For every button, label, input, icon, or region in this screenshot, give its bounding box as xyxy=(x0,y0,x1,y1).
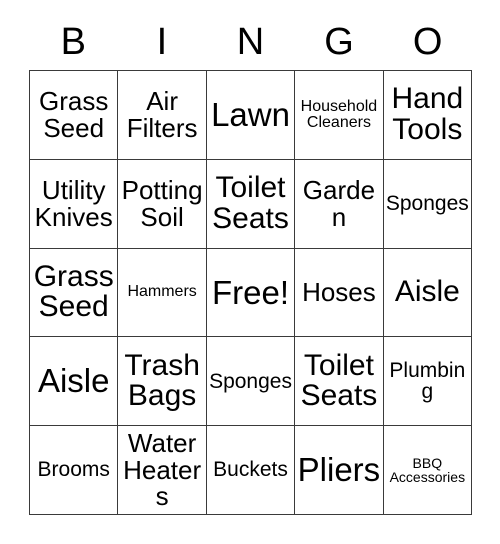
bingo-cell-i3[interactable]: Hammers xyxy=(118,248,207,338)
bingo-cell-b4[interactable]: Aisle xyxy=(30,337,119,427)
bingo-cell-n4[interactable]: Sponges xyxy=(206,337,296,427)
bingo-cell-g3[interactable]: Hoses xyxy=(295,248,384,338)
bingo-cell-n5[interactable]: Buckets xyxy=(206,426,296,515)
bingo-cell-o2[interactable]: Sponges xyxy=(383,159,473,249)
bingo-cell-i4[interactable]: Trash Bags xyxy=(118,337,207,427)
bingo-header: B I N G O xyxy=(29,14,472,70)
bingo-cell-b2[interactable]: Utility Knives xyxy=(30,159,119,249)
bingo-card: B I N G O Grass Seed Air Filters Lawn Ho… xyxy=(29,14,473,515)
bingo-cell-n1[interactable]: Lawn xyxy=(206,71,296,160)
bingo-cell-i1[interactable]: Air Filters xyxy=(118,71,207,160)
bingo-header-letter-g: G xyxy=(324,21,354,63)
bingo-row: Grass Seed Air Filters Lawn Household Cl… xyxy=(30,71,473,160)
bingo-header-letter-n: N xyxy=(236,21,265,63)
bingo-header-letter-b: B xyxy=(60,21,86,63)
bingo-cell-o3[interactable]: Aisle xyxy=(383,248,473,338)
bingo-header-letter-o: O xyxy=(412,21,443,63)
bingo-cell-g2[interactable]: Garden xyxy=(295,159,384,249)
bingo-cell-i5[interactable]: Water Heaters xyxy=(118,426,207,515)
bingo-row: Utility Knives Potting Soil Toilet Seats… xyxy=(30,159,473,249)
bingo-cell-free-space[interactable]: Free! xyxy=(206,248,296,338)
bingo-row: Brooms Water Heaters Buckets Pliers BBQ … xyxy=(30,426,473,515)
bingo-row: Grass Seed Hammers Free! Hoses Aisle xyxy=(30,248,473,338)
bingo-cell-g5[interactable]: Pliers xyxy=(295,426,384,515)
bingo-cell-g1[interactable]: Household Cleaners xyxy=(295,71,384,160)
bingo-cell-b3[interactable]: Grass Seed xyxy=(30,248,119,338)
bingo-cell-b1[interactable]: Grass Seed xyxy=(30,71,119,160)
bingo-cell-g4[interactable]: Toilet Seats xyxy=(295,337,384,427)
bingo-cell-n2[interactable]: Toilet Seats xyxy=(206,159,296,249)
bingo-grid: Grass Seed Air Filters Lawn Household Cl… xyxy=(29,70,473,515)
bingo-cell-o4[interactable]: Plumbing xyxy=(383,337,473,427)
bingo-cell-i2[interactable]: Potting Soil xyxy=(118,159,207,249)
bingo-cell-o5[interactable]: BBQ Accessories xyxy=(383,426,473,515)
bingo-cell-o1[interactable]: Hand Tools xyxy=(383,71,473,160)
bingo-cell-b5[interactable]: Brooms xyxy=(30,426,119,515)
bingo-row: Aisle Trash Bags Sponges Toilet Seats Pl… xyxy=(30,337,473,427)
bingo-header-letter-i: I xyxy=(156,21,168,63)
